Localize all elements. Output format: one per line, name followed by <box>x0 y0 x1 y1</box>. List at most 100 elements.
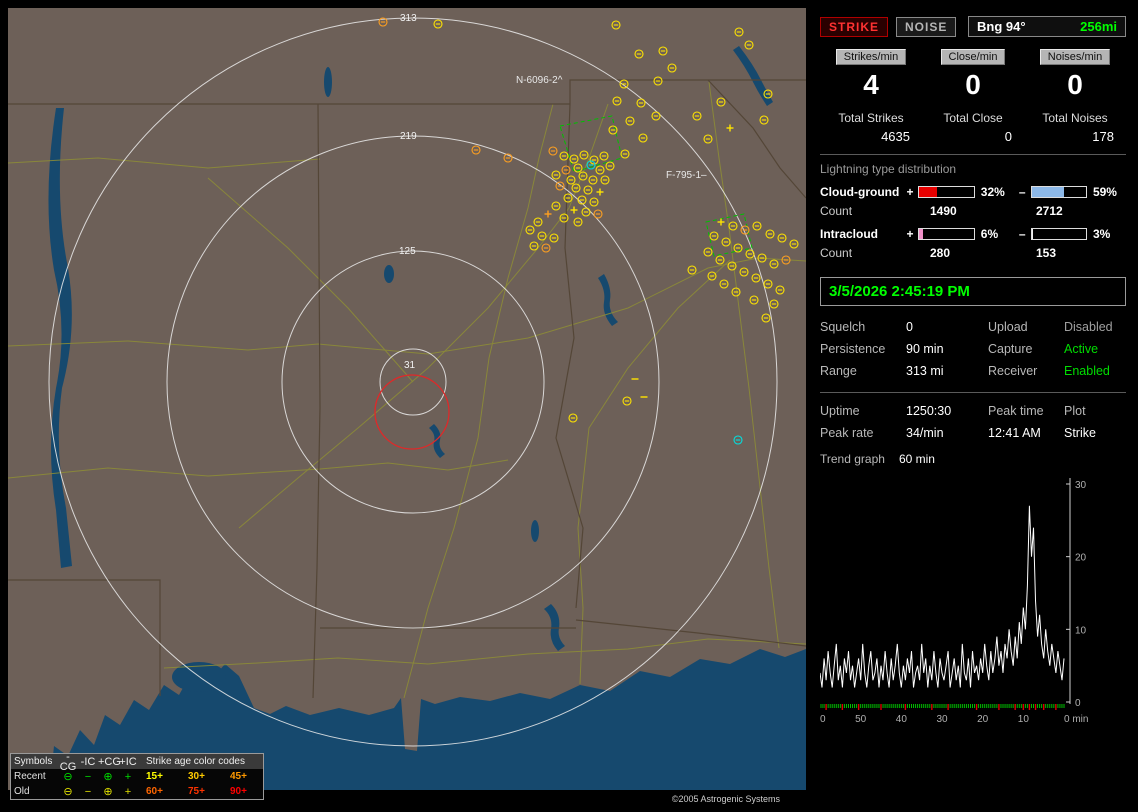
ic-positive-pct: 6% <box>980 227 999 241</box>
peak-rate-label: Peak rate <box>820 426 874 440</box>
svg-text:219: 219 <box>400 131 417 142</box>
plus-sign: + <box>906 227 914 241</box>
receiver-status: Enabled <box>1064 364 1110 378</box>
svg-text:F-795-1–: F-795-1– <box>666 170 707 181</box>
circle-minus-icon: ⊖ <box>63 770 73 783</box>
legend-age-title: Strike age color codes <box>146 756 245 767</box>
persistence-value: 90 min <box>906 342 944 356</box>
noises-per-min-value: 0 <box>1067 69 1083 100</box>
control-panel: STRIKE NOISE Bng 94° 256mi Strikes/min 4… <box>814 8 1132 805</box>
bearing-value: Bng 94° <box>977 19 1026 34</box>
age-45: 45+ <box>230 771 247 782</box>
bearing-range-box: Bng 94° 256mi <box>968 16 1126 37</box>
strike-indicator-button[interactable]: STRIKE <box>820 16 889 37</box>
upload-label: Upload <box>988 320 1028 334</box>
cg-negative-pct: 59% <box>1092 185 1117 199</box>
noise-indicator-button[interactable]: NOISE <box>896 16 957 37</box>
clock-display: 3/5/2026 2:45:19 PM <box>820 277 1126 306</box>
svg-text:0 min: 0 min <box>1064 714 1088 725</box>
minus-icon: − <box>84 785 92 798</box>
cg-negative-bar <box>1030 186 1087 198</box>
plus-sign: + <box>906 185 914 199</box>
legend-col-pos-ic: +IC <box>119 755 137 768</box>
svg-text:313: 313 <box>400 13 417 24</box>
ic-negative-bar <box>1030 228 1087 240</box>
age-60: 60+ <box>146 786 163 797</box>
total-close-value: 0 <box>1004 129 1012 144</box>
strikes-column: Strikes/min 4 Total Strikes 4635 <box>820 49 922 144</box>
svg-text:10: 10 <box>1018 714 1030 725</box>
intracloud-count-row: Count 280 153 <box>820 243 1126 267</box>
strikes-per-min-value: 4 <box>863 69 879 100</box>
legend-recent-ages: 15+ 30+ 45+ <box>138 771 260 782</box>
ic-negative-count: 153 <box>1036 246 1057 260</box>
legend-old-label: Old <box>14 786 30 797</box>
minus-sign: – <box>1018 185 1026 199</box>
svg-text:20: 20 <box>977 714 989 725</box>
legend-recent-label: Recent <box>14 771 46 782</box>
minus-icon: − <box>84 770 92 783</box>
range-setting-value: 313 mi <box>906 364 944 378</box>
squelch-value: 0 <box>906 320 913 334</box>
top-indicator-bar: STRIKE NOISE Bng 94° 256mi <box>820 8 1126 43</box>
persistence-label: Persistence <box>820 342 886 356</box>
distribution-title: Lightning type distribution <box>820 162 957 176</box>
circle-plus-icon: ⊕ <box>103 770 113 783</box>
svg-text:30: 30 <box>936 714 948 725</box>
legend-col-pos-cg: +CG <box>98 755 121 768</box>
cloud-ground-label: Cloud-ground <box>820 185 900 199</box>
age-15: 15+ <box>146 771 163 782</box>
receiver-label: Receiver <box>988 364 1038 378</box>
range-label: Range <box>820 364 857 378</box>
settings-grid: Squelch 0 Upload Disabled Persistence 90… <box>820 316 1126 382</box>
runtime-grid: Uptime 1250:30 Peak time Plot Peak rate … <box>820 400 1126 444</box>
legend-old-ages: 60+ 75+ 90+ <box>138 786 260 797</box>
intracloud-row: Intracloud + 6% – 3% <box>820 225 1126 243</box>
squelch-label: Squelch <box>820 320 866 334</box>
age-90: 90+ <box>230 786 247 797</box>
legend-header: Symbols -CG -IC +CG +IC Strike age color… <box>11 751 263 772</box>
peak-rate-value: 34/min <box>906 426 944 440</box>
plot-label: Plot <box>1064 404 1086 418</box>
map-svg: 313 219 125 31 N-6096-2^ F-795-1– <box>8 8 806 805</box>
circle-minus-icon: ⊖ <box>63 785 73 798</box>
rate-stats: Strikes/min 4 Total Strikes 4635 Close/m… <box>820 49 1126 144</box>
total-strikes-label: Total Strikes <box>838 111 904 125</box>
peak-time-value: 12:41 AM <box>988 426 1041 440</box>
trend-graph-label: Trend graph <box>820 452 885 466</box>
age-75: 75+ <box>188 786 205 797</box>
legend-row-old: Old ⊖ − ⊕ + 60+ 75+ 90+ <box>11 784 263 799</box>
ic-positive-count: 280 <box>930 246 951 260</box>
close-per-min-button[interactable]: Close/min <box>940 49 1006 65</box>
close-per-min-value: 0 <box>965 69 981 100</box>
strikes-per-min-button[interactable]: Strikes/min <box>835 49 907 65</box>
legend-symbols-title: Symbols <box>14 756 53 767</box>
svg-text:10: 10 <box>1075 625 1087 636</box>
ic-positive-bar <box>918 228 975 240</box>
noises-per-min-button[interactable]: Noises/min <box>1039 49 1111 65</box>
ic-negative-pct: 3% <box>1092 227 1111 241</box>
legend-col-neg-ic: -IC <box>80 755 96 768</box>
plot-mode-value: Strike <box>1064 426 1096 440</box>
minus-sign: – <box>1018 227 1026 241</box>
symbol-legend: Symbols -CG -IC +CG +IC Strike age color… <box>10 751 264 800</box>
capture-label: Capture <box>988 342 1033 356</box>
map-view[interactable]: 313 219 125 31 N-6096-2^ F-795-1– ©2005 Astr… <box>8 8 806 805</box>
plus-icon: + <box>124 770 132 783</box>
count-label: Count <box>820 204 853 218</box>
uptime-label: Uptime <box>820 404 860 418</box>
svg-text:125: 125 <box>399 246 416 257</box>
cg-positive-bar <box>918 186 975 198</box>
svg-text:60: 60 <box>820 714 826 725</box>
divider <box>820 154 1126 155</box>
trend-graph-svg: 30 20 10 0 60 50 40 30 20 10 0 min <box>820 478 1088 725</box>
total-strikes-value: 4635 <box>881 129 910 144</box>
close-column: Close/min 0 Total Close 0 <box>922 49 1024 144</box>
trend-graph: 30 20 10 0 60 50 40 30 20 10 0 min <box>820 470 1126 728</box>
range-value: 256mi <box>1080 19 1117 34</box>
cg-positive-count: 1490 <box>930 204 957 218</box>
uptime-value: 1250:30 <box>906 404 952 418</box>
cloud-ground-row: Cloud-ground + 32% – 59% <box>820 183 1126 201</box>
upload-status: Disabled <box>1064 320 1113 334</box>
svg-text:20: 20 <box>1075 553 1087 564</box>
